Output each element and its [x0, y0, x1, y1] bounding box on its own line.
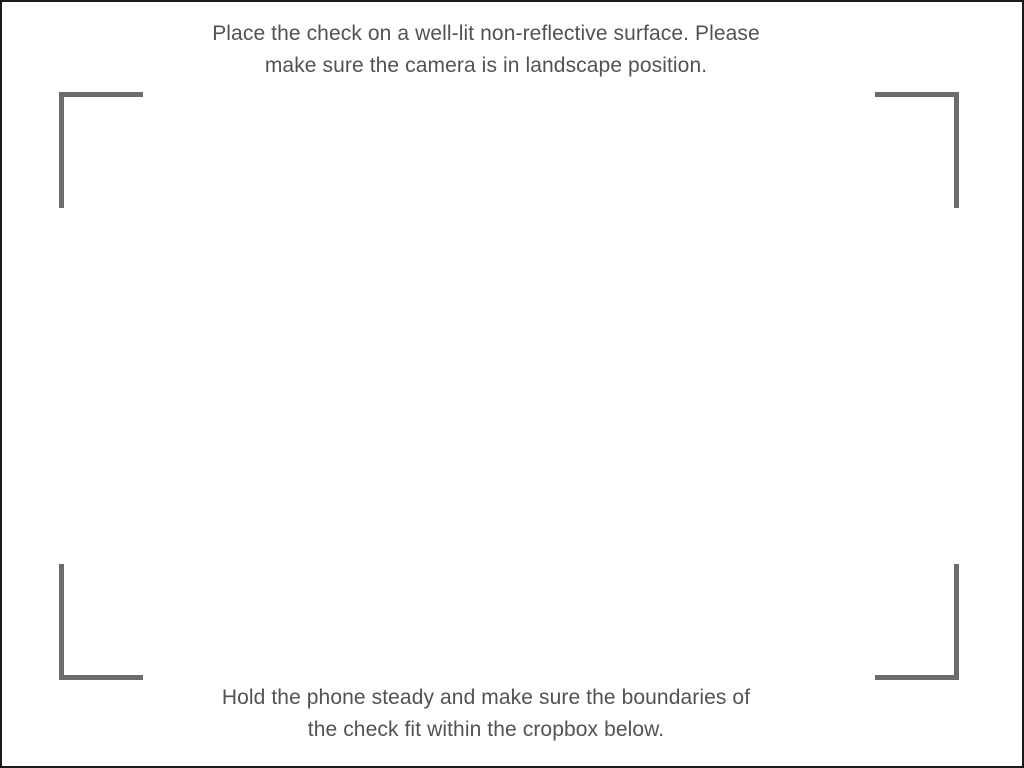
top-instruction: Place the check on a well-lit non-reflec… — [2, 18, 970, 82]
bottom-instruction-line-2: the check fit within the cropbox below. — [307, 718, 665, 741]
bottom-instruction: Hold the phone steady and make sure the … — [2, 682, 970, 746]
check-capture-screen: Place the check on a well-lit non-reflec… — [0, 0, 1024, 768]
cropbox-corner-bottom-right — [875, 564, 959, 680]
camera-capture-area[interactable] — [59, 92, 960, 680]
top-instruction-line-1: Place the check on a well-lit non-reflec… — [212, 22, 760, 45]
cropbox-corner-top-right — [875, 92, 959, 208]
cropbox-corner-bottom-left — [59, 564, 143, 680]
bottom-instruction-line-1: Hold the phone steady and make sure the … — [221, 686, 751, 709]
top-instruction-line-2: make sure the camera is in landscape pos… — [264, 54, 708, 77]
cropbox-corner-top-left — [59, 92, 143, 208]
